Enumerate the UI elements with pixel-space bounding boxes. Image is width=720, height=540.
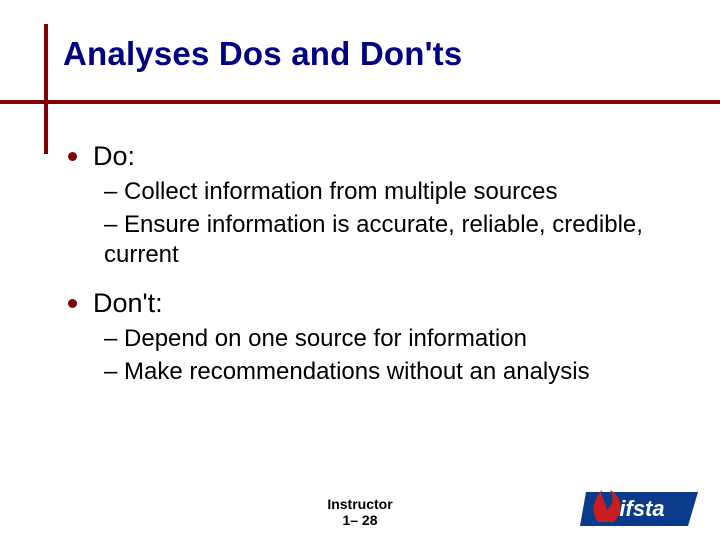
- footer-line2: 1– 28: [342, 512, 377, 528]
- sub-text: – Ensure information is accurate, reliab…: [104, 210, 668, 271]
- bullet-dot-icon: [68, 299, 77, 308]
- bullet-item: Do:: [68, 140, 668, 173]
- bullet-label: Do:: [93, 140, 135, 173]
- sub-item: – Make recommendations without an analys…: [104, 357, 668, 388]
- bullet-label: Don't:: [93, 287, 163, 320]
- sub-item: – Collect information from multiple sour…: [104, 177, 668, 208]
- bullet-dot-icon: [68, 152, 77, 161]
- sub-text: – Depend on one source for information: [104, 324, 668, 355]
- content-area: Do: – Collect information from multiple …: [68, 140, 668, 389]
- slide: Analyses Dos and Don'ts Do: – Collect in…: [0, 0, 720, 540]
- vertical-rule: [44, 24, 48, 154]
- sub-item: – Depend on one source for information: [104, 324, 668, 355]
- sub-item: – Ensure information is accurate, reliab…: [104, 210, 668, 271]
- spacer: [68, 273, 668, 287]
- bullet-item: Don't:: [68, 287, 668, 320]
- ifsta-logo: ifsta: [580, 482, 700, 530]
- horizontal-rule: [0, 100, 720, 104]
- slide-title: Analyses Dos and Don'ts: [63, 35, 462, 73]
- svg-text:ifsta: ifsta: [619, 496, 664, 521]
- sub-text: – Collect information from multiple sour…: [104, 177, 668, 208]
- sub-text: – Make recommendations without an analys…: [104, 357, 668, 388]
- footer-line1: Instructor: [327, 496, 392, 512]
